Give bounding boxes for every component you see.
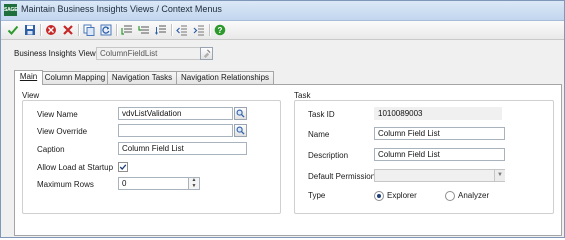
main-tab-panel: View View Name vdvListValidation View Ov… <box>14 84 562 236</box>
insert-below-icon[interactable] <box>137 23 151 37</box>
view-name-field[interactable]: vdvListValidation <box>118 107 233 120</box>
toolbar: ? <box>1 21 564 40</box>
business-insights-view-label: Business Insights View <box>14 49 96 58</box>
view-name-lookup-button[interactable] <box>234 107 247 120</box>
caption-field[interactable]: Column Field List <box>118 142 247 155</box>
task-name-label: Name <box>308 130 330 139</box>
type-explorer-label: Explorer <box>387 191 417 200</box>
maximum-rows-spinner[interactable]: ▲ ▼ <box>188 177 200 190</box>
task-name-field[interactable]: Column Field List <box>374 127 505 140</box>
title-bar: SAGE Maintain Business Insights Views / … <box>1 1 564 21</box>
type-analyzer-radio[interactable] <box>445 191 455 201</box>
toolbar-separator <box>78 24 80 36</box>
view-group-title: View <box>22 91 40 100</box>
window-title: Maintain Business Insights Views / Conte… <box>21 4 222 14</box>
description-field[interactable]: Column Field List <box>374 148 505 161</box>
type-label: Type <box>308 191 326 200</box>
toolbar-separator <box>209 24 211 36</box>
tab-main-label: Main <box>19 72 38 81</box>
insert-above-icon[interactable] <box>120 23 134 37</box>
checkmark-icon <box>119 164 127 170</box>
maximum-rows-field[interactable]: 0 <box>118 177 190 190</box>
copy-icon[interactable] <box>82 23 96 37</box>
tab-main[interactable]: Main <box>14 70 43 85</box>
task-id-label: Task ID <box>308 110 335 119</box>
view-override-field[interactable] <box>118 124 233 137</box>
view-lookup-button[interactable] <box>200 47 213 60</box>
outdent-icon[interactable] <box>175 23 189 37</box>
svg-text:?: ? <box>218 26 223 35</box>
task-id-value: 1010089003 <box>374 107 502 120</box>
maximum-rows-label: Maximum Rows <box>37 180 94 189</box>
view-override-lookup-button[interactable] <box>234 124 247 137</box>
indent-icon[interactable] <box>192 23 206 37</box>
refresh-icon[interactable] <box>99 23 113 37</box>
default-permission-select[interactable] <box>374 169 505 182</box>
move-down-icon[interactable] <box>154 23 168 37</box>
search-icon <box>236 126 245 135</box>
sage-logo-icon: SAGE <box>4 4 18 16</box>
delete-icon[interactable] <box>44 23 58 37</box>
view-override-label: View Override <box>37 127 88 136</box>
type-explorer-radio[interactable] <box>374 191 384 201</box>
tab-navigation-tasks-label: Navigation Tasks <box>111 73 173 82</box>
chevron-down-icon[interactable]: ▼ <box>494 170 505 181</box>
tab-navigation-tasks[interactable]: Navigation Tasks <box>107 71 177 84</box>
tab-navigation-relationships[interactable]: Navigation Relationships <box>176 71 274 84</box>
check-icon[interactable] <box>6 23 20 37</box>
allow-load-checkbox[interactable] <box>118 162 128 172</box>
search-icon <box>236 109 245 118</box>
caption-label: Caption <box>37 145 65 154</box>
toolbar-separator <box>116 24 118 36</box>
save-icon[interactable] <box>23 23 37 37</box>
tab-column-mapping[interactable]: Column Mapping <box>42 71 108 84</box>
spin-down-icon[interactable]: ▼ <box>189 183 199 190</box>
tab-navigation-relationships-label: Navigation Relationships <box>180 73 270 82</box>
help-icon[interactable]: ? <box>213 23 227 37</box>
lookup-icon <box>203 49 211 58</box>
main-window: SAGE Maintain Business Insights Views / … <box>0 0 565 238</box>
default-permission-label: Default Permission <box>308 172 376 181</box>
type-analyzer-label: Analyzer <box>458 191 490 200</box>
toolbar-separator <box>171 24 173 36</box>
description-label: Description <box>308 151 349 160</box>
tab-column-mapping-label: Column Mapping <box>44 73 106 82</box>
view-name-label: View Name <box>37 110 78 119</box>
cancel-icon[interactable] <box>61 23 75 37</box>
business-insights-view-field[interactable]: ColumnFieldList <box>96 47 202 60</box>
allow-load-label: Allow Load at Startup <box>37 163 114 172</box>
task-group-title: Task <box>294 91 311 100</box>
toolbar-separator <box>40 24 42 36</box>
